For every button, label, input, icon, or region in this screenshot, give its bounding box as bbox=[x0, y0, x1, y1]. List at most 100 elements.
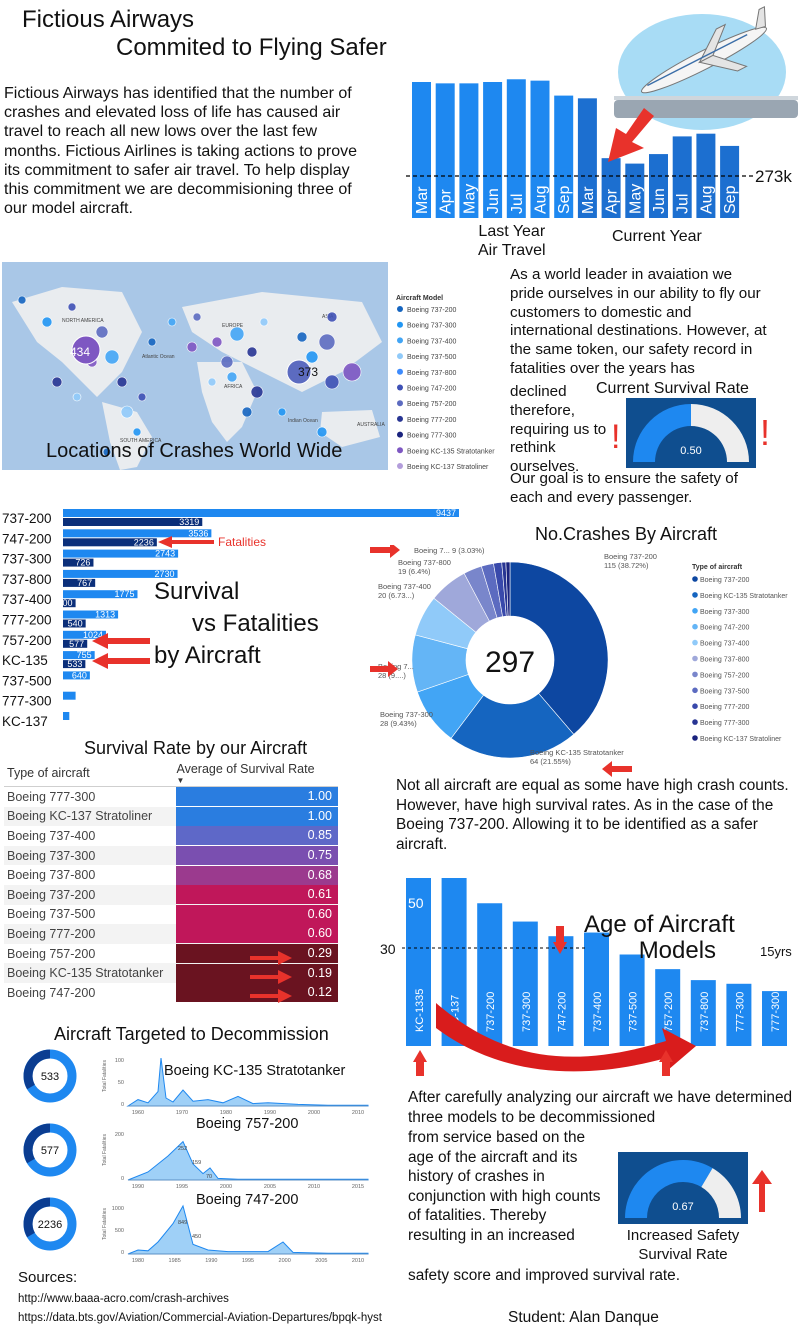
map-bubble[interactable] bbox=[137, 392, 147, 402]
map-legend-item: Boeing 777-300 bbox=[407, 433, 457, 440]
map-bubble[interactable] bbox=[342, 362, 362, 382]
peak-label: 252 bbox=[178, 1146, 187, 1152]
map-bubble[interactable] bbox=[51, 376, 63, 388]
table-row[interactable]: Boeing 737-200 0.61 bbox=[4, 884, 338, 905]
legend-marker bbox=[692, 703, 698, 709]
map-bubble[interactable] bbox=[104, 349, 120, 365]
x-tick-label: 1990 bbox=[205, 1258, 217, 1264]
after-paragraph-3: safety score and improved survival rate. bbox=[408, 1267, 681, 1284]
student-credit: Student: Alan Danque bbox=[508, 1309, 659, 1326]
map-bubble[interactable] bbox=[220, 355, 234, 369]
map-bubble[interactable] bbox=[120, 405, 134, 419]
map-bubble[interactable] bbox=[296, 331, 308, 343]
map-legend-item: Boeing 757-200 bbox=[407, 401, 457, 408]
map-bubble[interactable] bbox=[324, 374, 340, 390]
map-bubble[interactable] bbox=[72, 392, 82, 402]
table-row[interactable]: Boeing 737-400 0.85 bbox=[4, 826, 338, 846]
donut-legend-item: Boeing 737-400 bbox=[700, 641, 750, 648]
map-bubble[interactable] bbox=[167, 317, 177, 327]
donut-legend-title: Type of aircraft bbox=[692, 564, 743, 571]
current-survival-gauge: 0.50 bbox=[626, 398, 756, 468]
x-tick-label: 2010 bbox=[352, 1110, 364, 1116]
map-bubble[interactable] bbox=[41, 316, 53, 328]
slice-label: Boeing 737-200 bbox=[604, 552, 657, 561]
legend-marker bbox=[692, 671, 698, 678]
table-row[interactable]: Boeing 737-800 0.68 bbox=[4, 865, 338, 885]
map-bubble[interactable] bbox=[277, 407, 287, 417]
table-cell-aircraft: Boeing 737-200 bbox=[7, 887, 96, 902]
column-header-type[interactable]: Type of aircraft bbox=[4, 766, 176, 780]
svg-text:NORTH AMERICA: NORTH AMERICA bbox=[62, 318, 104, 324]
mini-donut-value: 533 bbox=[41, 1071, 59, 1083]
table-cell-aircraft: Boeing KC-137 Stratoliner bbox=[7, 809, 153, 824]
survival-chart-title: Survival vs Fatalities by Aircraft bbox=[154, 578, 319, 669]
map-bubble[interactable] bbox=[211, 336, 223, 348]
map-bubble[interactable] bbox=[147, 337, 157, 347]
x-tick-label: Aug bbox=[533, 186, 550, 214]
map-legend-item: Boeing 737-500 bbox=[407, 354, 457, 361]
x-tick-label: KC-1335 bbox=[414, 989, 426, 1032]
map-bubble[interactable] bbox=[229, 326, 245, 342]
map-bubble[interactable] bbox=[132, 427, 142, 437]
y-tick-label: 737-500 bbox=[2, 673, 52, 688]
map-bubble[interactable] bbox=[241, 406, 253, 418]
survival-table-title: Survival Rate by our Aircraft bbox=[84, 738, 308, 758]
map-bubble[interactable] bbox=[95, 325, 109, 339]
map-bubble[interactable] bbox=[246, 346, 258, 358]
map-bubble[interactable] bbox=[207, 377, 217, 387]
x-tick-label: 2005 bbox=[315, 1258, 327, 1264]
legend-marker bbox=[397, 447, 403, 454]
x-tick-label: 1990 bbox=[132, 1184, 144, 1190]
reference-label: 30 bbox=[380, 941, 396, 957]
map-bubble[interactable] bbox=[259, 317, 269, 327]
source-link-2[interactable]: https://data.bts.gov/Aviation/Commercial… bbox=[18, 1312, 382, 1324]
map-bubble[interactable] bbox=[192, 312, 202, 322]
air-travel-chart: Mar Apr May Jun Jul Aug Sep Mar Apr May Jun Jul Aug S… bbox=[406, 79, 792, 218]
left-arrow-icon bbox=[92, 653, 150, 669]
y-tick-label: 200 bbox=[115, 1132, 124, 1138]
map-bubble[interactable] bbox=[250, 385, 264, 399]
map-bubble[interactable] bbox=[186, 341, 198, 353]
x-tick-label: 1980 bbox=[132, 1258, 144, 1264]
table-row[interactable]: Boeing KC-137 Stratoliner 1.00 bbox=[4, 806, 338, 827]
source-link-1[interactable]: http://www.baaa-acro.com/crash-archives bbox=[18, 1293, 229, 1305]
x-tick-label: Mar bbox=[414, 186, 431, 214]
map-bubble[interactable] bbox=[67, 302, 77, 312]
y-tick-label: 737-300 bbox=[2, 552, 52, 567]
decommission-item-label: Boeing KC-135 Stratotanker bbox=[164, 1063, 346, 1079]
x-tick-label: Sep bbox=[722, 185, 739, 214]
column-header-survival[interactable]: Average of Survival Rate ▼ bbox=[176, 762, 338, 785]
map-bubble[interactable] bbox=[305, 350, 319, 364]
table-cell-aircraft: Boeing 747-200 bbox=[7, 985, 96, 1000]
table-row[interactable]: Boeing 777-200 0.60 bbox=[4, 924, 338, 944]
peak-label: 450 bbox=[192, 1234, 201, 1240]
decommission-charts: 533 Total Fatalities 1005001960 1970 1980 199… bbox=[23, 1049, 369, 1264]
slice-label: 19 (6.4%) bbox=[398, 567, 431, 576]
fatalities-value-label: 2236 bbox=[134, 537, 154, 547]
table-row[interactable]: Boeing 737-300 0.75 bbox=[4, 845, 338, 866]
slice-label: 64 (21.55%) bbox=[530, 757, 571, 766]
down-arrow-icon bbox=[608, 108, 654, 162]
table-row[interactable]: Boeing 777-300 1.00 bbox=[4, 787, 338, 807]
x-tick-label: 1995 bbox=[242, 1258, 254, 1264]
x-tick-label: 1970 bbox=[176, 1110, 188, 1116]
x-tick-label: 737-300 bbox=[521, 992, 533, 1032]
table-cell-aircraft: Boeing KC-135 Stratotanker bbox=[7, 966, 164, 981]
x-tick-label: 2000 bbox=[308, 1110, 320, 1116]
map-bubble[interactable] bbox=[116, 376, 128, 388]
up-arrow-icon bbox=[413, 1050, 427, 1076]
x-tick-label: 2015 bbox=[352, 1184, 364, 1190]
legend-marker bbox=[692, 735, 698, 741]
y-axis-label: Total Fatalities bbox=[102, 1060, 108, 1092]
map-legend-item: Boeing 737-300 bbox=[407, 323, 457, 330]
donut-legend-item: Boeing KC-137 Stratoliner bbox=[700, 736, 782, 743]
decommission-item-label: Boeing 747-200 bbox=[196, 1192, 298, 1208]
map-bubble[interactable] bbox=[17, 295, 27, 305]
current-gauge-title: Current Survival Rate bbox=[596, 380, 749, 397]
table-row[interactable]: Boeing 737-500 0.60 bbox=[4, 904, 338, 925]
y-tick-label: 757-200 bbox=[2, 633, 52, 648]
map-bubble[interactable] bbox=[226, 371, 238, 383]
map-bubble[interactable] bbox=[326, 311, 338, 323]
map-bubble[interactable] bbox=[318, 333, 336, 351]
map-bubble[interactable] bbox=[316, 426, 328, 438]
